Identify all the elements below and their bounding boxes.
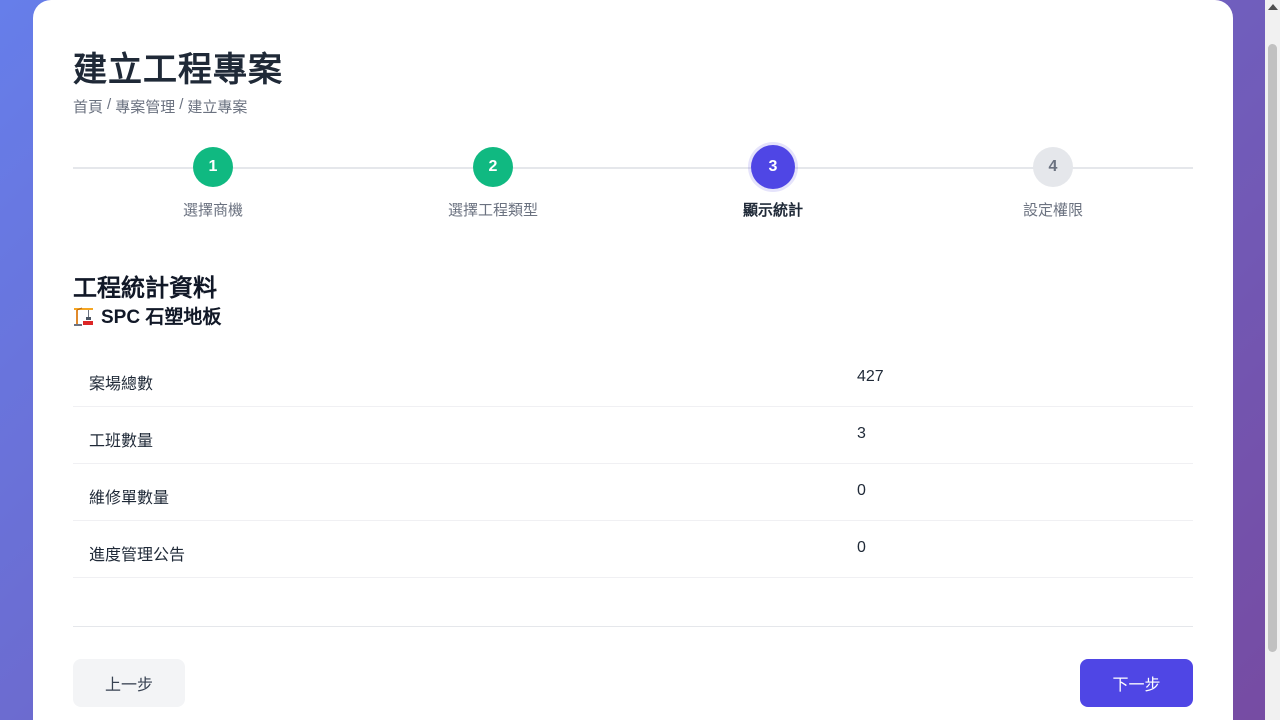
- create-project-card: 建立工程專案 首頁 / 專案管理 / 建立專案 1 選擇商機 2 選擇工程類型 …: [33, 0, 1233, 720]
- stat-label: 維修單數量: [89, 490, 170, 507]
- step-label: 選擇商機: [182, 202, 243, 219]
- step-number-badge: 4: [1033, 147, 1073, 187]
- section-title: 工程統計資料: [73, 275, 217, 302]
- step-number-badge: 2: [473, 147, 513, 187]
- breadcrumb-separator: /: [179, 96, 184, 113]
- statistics-table: 案場總數 427 工班數量 3 維修單數量 0 進度管理公告 0: [73, 350, 1193, 578]
- breadcrumb-project-management[interactable]: 專案管理: [115, 96, 175, 117]
- stat-value: 427: [857, 368, 884, 385]
- project-type-heading: SPC 石塑地板: [73, 302, 221, 329]
- step-set-permissions[interactable]: 4 設定權限: [973, 146, 1133, 220]
- footer-divider: [73, 626, 1193, 627]
- step-show-statistics[interactable]: 3 顯示統計: [693, 145, 853, 220]
- previous-step-button[interactable]: 上一步: [73, 659, 185, 707]
- construction-crane-icon: [73, 305, 95, 327]
- table-row: 進度管理公告 0: [73, 521, 1193, 578]
- stat-label: 案場總數: [89, 376, 154, 393]
- step-select-opportunity[interactable]: 1 選擇商機: [133, 146, 293, 220]
- step-label: 設定權限: [1022, 202, 1083, 219]
- stat-label: 工班數量: [89, 433, 154, 450]
- stat-label: 進度管理公告: [89, 547, 186, 564]
- breadcrumb: 首頁 / 專案管理 / 建立專案: [73, 96, 247, 117]
- table-row: 維修單數量 0: [73, 464, 1193, 521]
- table-row: 案場總數 427: [73, 350, 1193, 407]
- stat-value: 0: [857, 539, 866, 556]
- step-label: 顯示統計: [742, 202, 803, 219]
- stat-value: 0: [857, 482, 866, 499]
- breadcrumb-separator: /: [107, 96, 112, 113]
- step-number-badge: 3: [751, 145, 795, 189]
- table-row: 工班數量 3: [73, 407, 1193, 464]
- step-select-project-type[interactable]: 2 選擇工程類型: [413, 146, 573, 220]
- project-type-name: SPC 石塑地板: [101, 307, 222, 328]
- step-number-badge: 1: [193, 147, 233, 187]
- progress-stepper: 1 選擇商機 2 選擇工程類型 3 顯示統計 4 設定權限: [73, 145, 1193, 226]
- page-title: 建立工程專案: [73, 51, 283, 89]
- scrollbar-thumb[interactable]: [1268, 44, 1277, 652]
- step-label: 選擇工程類型: [447, 202, 538, 219]
- next-step-button[interactable]: 下一步: [1080, 659, 1193, 707]
- scroll-up-arrow-icon[interactable]: [1268, 4, 1278, 10]
- breadcrumb-home[interactable]: 首頁: [73, 96, 103, 117]
- vertical-scrollbar[interactable]: [1265, 0, 1280, 720]
- stat-value: 3: [857, 425, 866, 442]
- breadcrumb-create-project: 建立專案: [187, 99, 248, 116]
